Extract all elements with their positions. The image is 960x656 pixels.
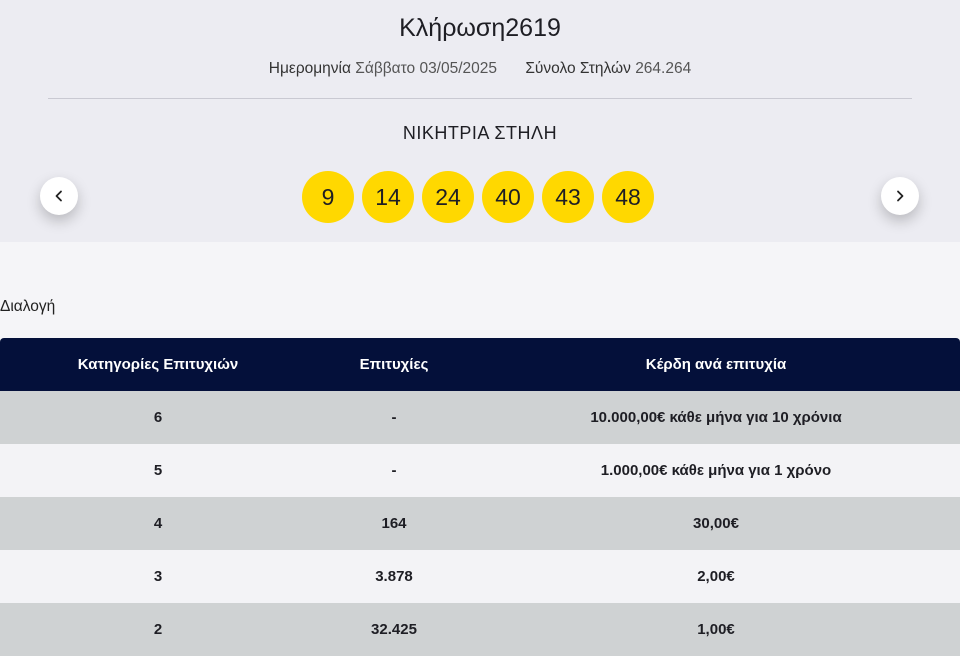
row-category: 6 [153,409,163,426]
winning-number-ball: 14 [362,171,414,223]
row-category: 3 [153,568,163,585]
winning-number-ball: 48 [602,171,654,223]
row-winners: - [391,409,397,426]
draw-date: Ημερομηνία Σάββατο 03/05/2025 [269,60,497,78]
draw-total-label: Σύνολο Στηλών [525,60,631,77]
draw-meta: Ημερομηνία Σάββατο 03/05/2025 Σύνολο Στη… [0,60,960,78]
row-prize: 1,00€ [697,621,735,638]
winning-column-label: ΝΙΚΗΤΡΙΑ ΣΤΗΛΗ [402,123,558,143]
row-prize: 2,00€ [697,568,735,585]
table-row: 2 32.425 1,00€ [0,603,960,656]
winning-number-ball: 9 [302,171,354,223]
prize-table-header: Κατηγορίες Επιτυχιών Επιτυχίες Κέρδη ανά… [0,338,960,391]
winning-number-ball: 24 [422,171,474,223]
chevron-left-icon [55,190,62,202]
draw-date-value: Σάββατο 03/05/2025 [355,60,498,77]
prize-table: Κατηγορίες Επιτυχιών Επιτυχίες Κέρδη ανά… [0,338,960,656]
draw-total: Σύνολο Στηλών 264.264 [525,60,691,78]
draw-date-label: Ημερομηνία [268,60,351,77]
winning-number-ball: 40 [482,171,534,223]
draw-total-value: 264.264 [635,60,692,77]
table-row: 5 - 1.000,00€ κάθε μήνα για 1 χρόνο [0,444,960,497]
draw-number: 2619 [505,14,561,42]
row-category: 5 [153,462,163,479]
next-draw-button[interactable] [881,177,919,215]
table-row: 6 - 10.000,00€ κάθε μήνα για 10 χρόνια [0,391,960,444]
header-categories: Κατηγορίες Επιτυχιών [77,356,239,373]
header-prize: Κέρδη ανά επιτυχία [645,356,787,373]
row-winners: 164 [381,515,407,532]
row-winners: - [391,462,397,479]
sort-label: Διαλογή [0,298,56,315]
winning-number-ball: 43 [542,171,594,223]
winning-numbers: 9 14 24 40 43 48 [302,171,662,223]
row-prize: 10.000,00€ κάθε μήνα για 10 χρόνια [590,409,842,426]
row-winners: 3.878 [375,568,413,585]
row-prize: 1.000,00€ κάθε μήνα για 1 χρόνο [600,462,832,479]
previous-draw-button[interactable] [40,177,78,215]
draw-header-panel: Κλήρωση2619 Ημερομηνία Σάββατο 03/05/202… [0,0,960,242]
chevron-right-icon [897,190,904,202]
table-row: 3 3.878 2,00€ [0,550,960,603]
header-divider [48,98,912,99]
draw-title-prefix: Κλήρωση [399,14,506,42]
table-row: 4 164 30,00€ [0,497,960,550]
row-winners: 32.425 [371,621,417,638]
row-category: 4 [153,515,163,532]
row-category: 2 [153,621,163,638]
header-winners: Επιτυχίες [359,356,429,373]
draw-title: Κλήρωση2619 [0,14,960,43]
row-prize: 30,00€ [693,515,739,532]
